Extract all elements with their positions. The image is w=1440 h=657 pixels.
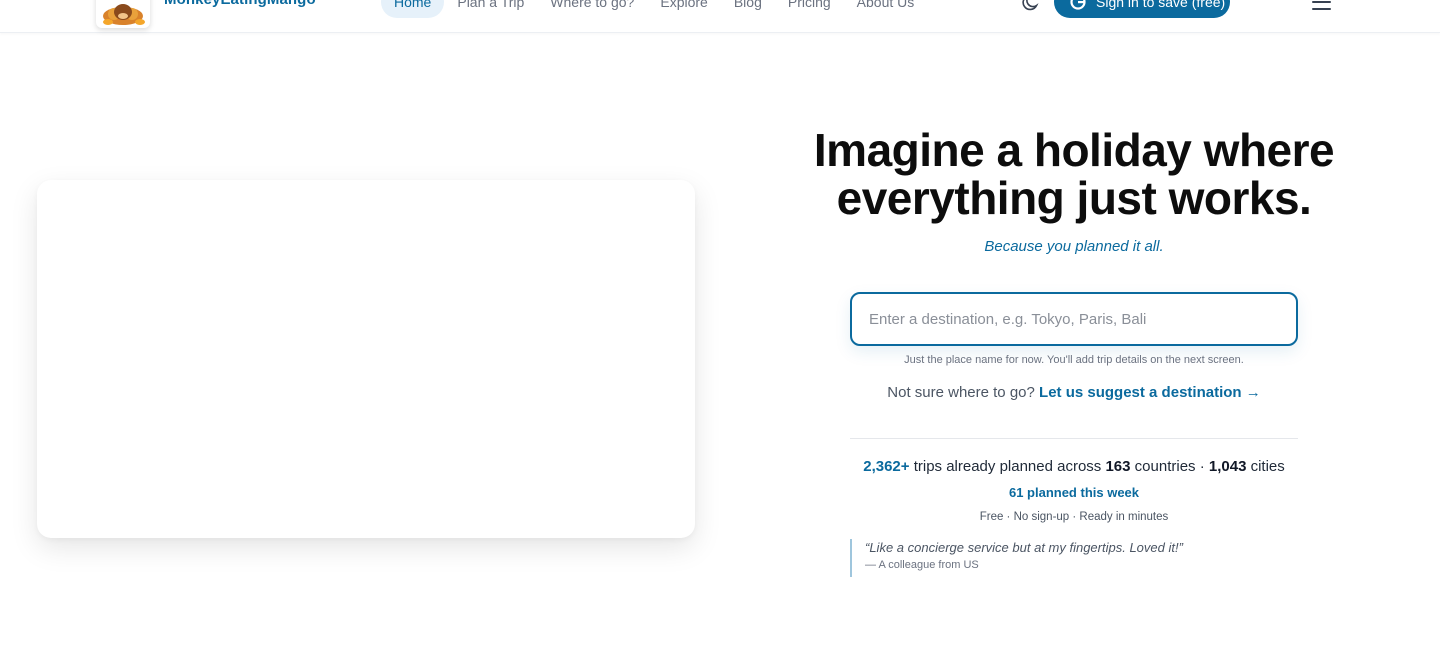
nav-about-us[interactable]: About Us [844, 0, 928, 18]
suggest-prefix: Not sure where to go? [887, 384, 1035, 401]
moon-icon [1022, 0, 1039, 11]
hero-title-line-2: everything just works. [836, 172, 1312, 224]
logo[interactable] [96, 0, 150, 28]
hamburger-menu-icon [1312, 1, 1331, 10]
menu-button[interactable] [1311, 0, 1333, 12]
divider [850, 438, 1298, 439]
hero-title: Imagine a holiday where everything just … [780, 126, 1368, 222]
cities-text: cities [1246, 458, 1285, 475]
main-nav: Home Plan a Trip Where to go? Explore Bl… [381, 0, 927, 18]
cities-count: 1,043 [1208, 458, 1247, 475]
feature-meta: Free · No sign-up · Ready in minutes [979, 511, 1169, 523]
countries-text: countries · [1130, 458, 1209, 475]
nav-explore[interactable]: Explore [647, 0, 720, 18]
suggest-row: Not sure where to go? Let us suggest a d… [780, 384, 1368, 401]
theme-toggle-button[interactable] [1021, 0, 1043, 13]
testimonial-author: — A colleague from US [865, 559, 979, 571]
monkey-mango-logo-icon [103, 4, 145, 25]
hero-media-card [37, 180, 695, 538]
countries-count: 163 [1105, 458, 1131, 475]
testimonial-quote: “Like a concierge service but at my fing… [865, 540, 1183, 555]
nav-where-to-go[interactable]: Where to go? [537, 0, 647, 18]
brand-name[interactable]: MonkeyEatingMango [164, 0, 316, 8]
trips-count: 2,362+ [863, 458, 910, 475]
sign-in-button[interactable]: Sign in to save (free) [1054, 0, 1230, 18]
nav-blog[interactable]: Blog [721, 0, 775, 18]
sign-in-label: Sign in to save (free) [1096, 0, 1226, 10]
nav-pricing[interactable]: Pricing [775, 0, 844, 18]
input-hint: Just the place name for now. You'll add … [904, 354, 1244, 366]
suggest-destination-link[interactable]: Let us suggest a destination → [1039, 384, 1261, 401]
nav-plan-a-trip[interactable]: Plan a Trip [444, 0, 537, 18]
destination-input[interactable] [850, 292, 1298, 346]
hero-title-line-1: Imagine a holiday where [813, 124, 1335, 176]
google-icon [1070, 0, 1086, 10]
trips-text: trips already planned across [909, 458, 1106, 475]
trip-stats: 2,362+ trips already planned across 163 … [780, 458, 1368, 475]
weekly-count: 61 planned this week [1008, 485, 1140, 500]
site-header: MonkeyEatingMango Home Plan a Trip Where… [0, 0, 1440, 33]
nav-home[interactable]: Home [381, 0, 445, 18]
hero-subtitle: Because you planned it all. [984, 238, 1164, 255]
testimonial: “Like a concierge service but at my fing… [850, 539, 1298, 577]
